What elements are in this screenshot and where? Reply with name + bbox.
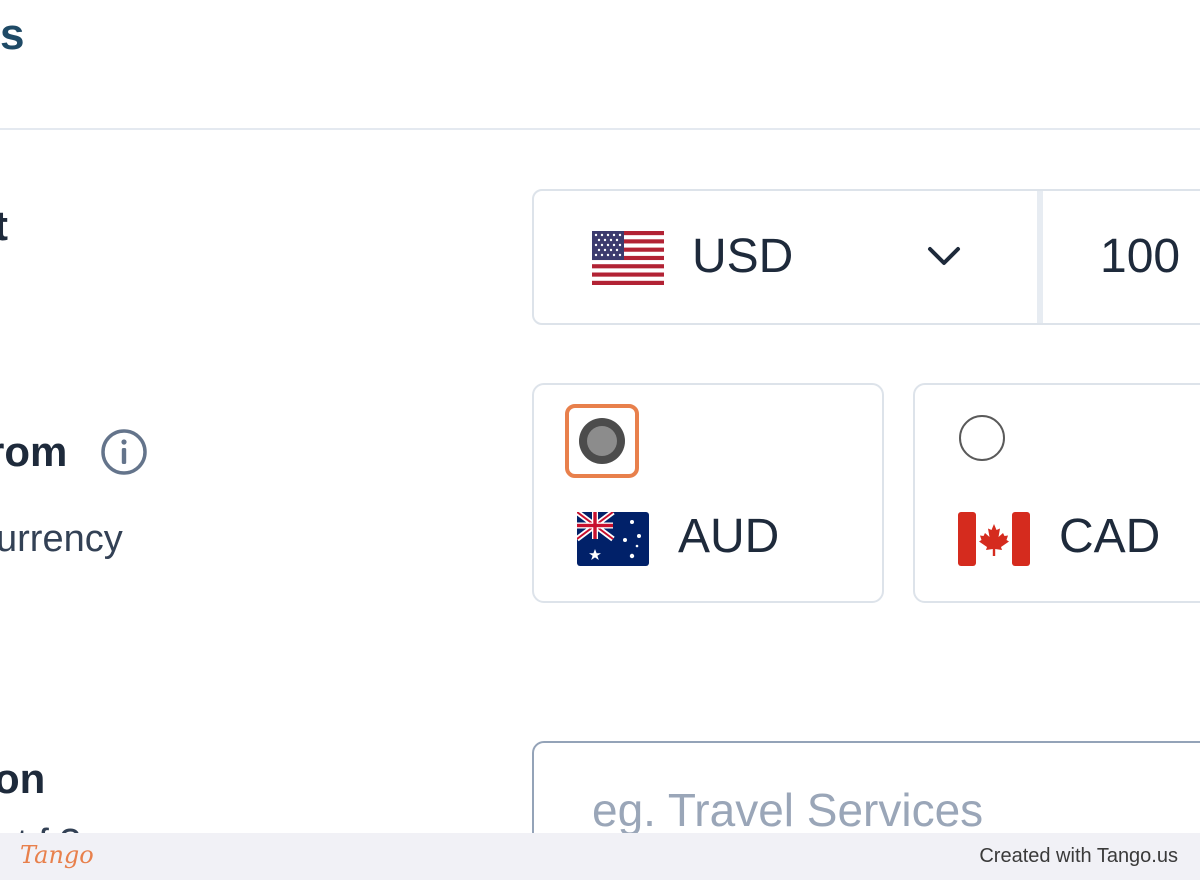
info-icon[interactable] [100,428,148,476]
australia-flag-icon [577,512,649,566]
description-label: on [0,755,46,802]
amount-label: t [0,202,8,249]
us-flag-icon [592,231,664,285]
currency-option-aud[interactable]: AUD [532,383,884,603]
page-header: s [0,0,1200,130]
from-currency-sublabel: urrency [0,518,123,560]
chevron-down-icon [928,247,960,265]
selected-currency-code: USD [692,230,794,283]
currency-option-label: CAD [1059,510,1161,563]
radio-cad[interactable] [959,415,1005,461]
currency-option-label: AUD [678,510,780,563]
footer: Tango Created with Tango.us [0,833,1200,880]
page-title: s [0,10,25,59]
currency-select[interactable]: USD [534,191,1037,323]
tango-logo: Tango [20,841,94,869]
radio-aud-selected[interactable] [579,418,625,464]
currency-option-cad[interactable]: CAD [913,383,1200,603]
amount-field: USD 100 [532,189,1200,325]
amount-divider [1037,191,1043,323]
from-currency-label: rom [0,428,68,475]
canada-flag-icon [958,512,1030,566]
amount-input[interactable]: 100 [1100,229,1180,284]
description-input[interactable] [592,783,1192,837]
footer-credit: Created with Tango.us [979,845,1178,867]
